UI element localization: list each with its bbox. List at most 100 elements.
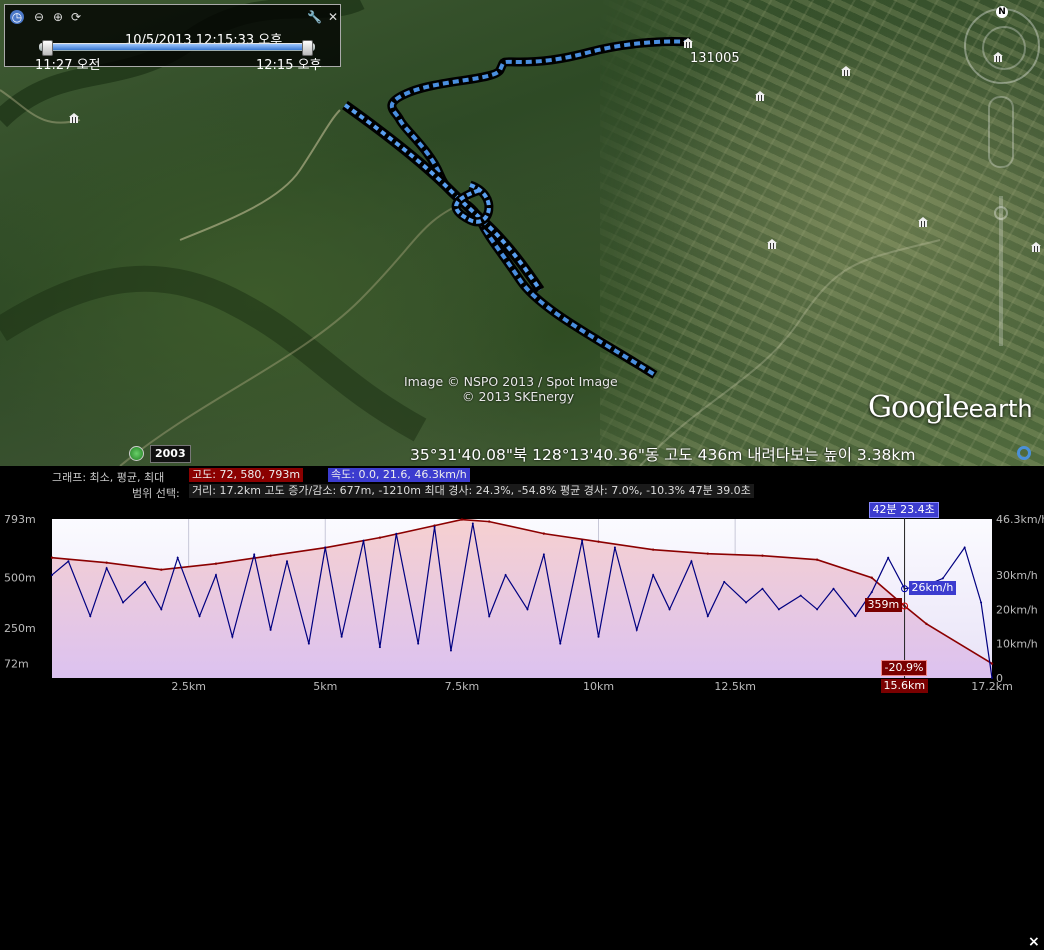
time-marker: 42분 23.4초 <box>868 502 939 518</box>
right-tick-label: 20km/h <box>996 603 1038 616</box>
speed-point <box>581 539 584 542</box>
speed-point <box>980 601 983 604</box>
speed-point <box>526 608 529 611</box>
speed-point <box>745 601 748 604</box>
place-icon[interactable] <box>917 217 929 227</box>
speed-point <box>214 573 217 576</box>
elevation-point <box>488 520 491 523</box>
speed-point <box>559 642 562 645</box>
zoom-slider-knob[interactable] <box>994 206 1008 220</box>
elevation-point <box>597 540 600 543</box>
time-slider-range[interactable] <box>47 44 307 50</box>
left-tick-label: 250m <box>4 622 36 635</box>
google-earth-logo: Googleearth <box>868 390 1033 425</box>
place-icon[interactable] <box>766 239 778 249</box>
north-icon[interactable]: N <box>996 6 1008 18</box>
right-tick-label: 10km/h <box>996 638 1038 651</box>
right-tick-label: 0 <box>996 672 1003 685</box>
elevation-point <box>990 662 994 665</box>
speed-point <box>854 615 857 618</box>
speed-point <box>488 615 491 618</box>
speed-point <box>652 573 655 576</box>
distance-marker: 15.6km <box>880 679 929 693</box>
speed-point <box>340 635 343 638</box>
zoom-out-icon[interactable]: ⊖ <box>32 10 46 24</box>
elevation-point <box>925 622 928 626</box>
speed-point <box>887 556 890 559</box>
earth-map-view[interactable]: 131005 Image © NSPO 2013 / Spot Image © … <box>0 0 1044 466</box>
x-tick-label: 7.5km <box>445 680 480 693</box>
speed-point <box>963 546 966 549</box>
wrench-icon[interactable]: 🔧 <box>307 10 322 24</box>
elevation-point <box>706 552 710 555</box>
slope-marker: -20.9% <box>880 660 928 676</box>
place-icon[interactable] <box>754 91 766 101</box>
close-profile-icon[interactable]: × <box>1028 934 1040 950</box>
speed-point <box>816 608 819 611</box>
elevation-marker: 359m <box>864 598 903 613</box>
speed-point <box>417 642 420 645</box>
speed-point <box>231 635 234 638</box>
speed-point <box>542 553 545 556</box>
speed-point <box>122 601 125 604</box>
clock-settings-icon[interactable]: ◷ <box>10 10 24 24</box>
elevation-point <box>651 548 655 551</box>
elevation-point <box>160 568 163 571</box>
navigation-compass[interactable]: N <box>964 6 1040 84</box>
speed-point <box>635 628 638 631</box>
speed-point <box>176 556 179 559</box>
track-end-icon[interactable] <box>682 38 694 48</box>
speed-point <box>105 567 108 570</box>
x-tick-label: 12.5km <box>714 680 756 693</box>
speed-marker: 26km/h <box>908 580 957 595</box>
left-tick-label: 72m <box>4 658 29 671</box>
speed-point <box>286 560 288 563</box>
speed-point <box>253 553 256 556</box>
speed-point <box>690 560 693 563</box>
elevation-profile-panel[interactable]: 그래프: 최소, 평균, 최대 고도: 72, 580, 793m 속도: 0.… <box>0 466 1044 950</box>
track-label[interactable]: 131005 <box>690 51 740 66</box>
speed-point <box>870 591 873 594</box>
right-tick-label: 46.3km/h <box>996 513 1044 526</box>
historical-imagery-icon[interactable] <box>129 446 144 461</box>
close-icon[interactable]: ✕ <box>326 10 340 24</box>
speed-point <box>160 608 163 611</box>
elevation-point <box>105 561 108 564</box>
place-icon[interactable] <box>840 66 852 76</box>
place-icon[interactable] <box>68 113 80 123</box>
speed-point <box>832 587 835 590</box>
speed-point <box>67 560 70 563</box>
place-icon[interactable] <box>1030 242 1042 252</box>
look-ring[interactable] <box>982 26 1026 70</box>
speed-point <box>777 608 780 611</box>
x-tick-label: 10km <box>583 680 614 693</box>
speed-point <box>613 546 616 549</box>
speed-point <box>433 525 436 528</box>
speed-point <box>395 532 398 535</box>
time-start-label: 11:27 오전 <box>35 58 101 73</box>
speed-point <box>668 608 671 611</box>
speed-point <box>324 546 327 549</box>
left-tick-label: 500m <box>4 572 36 585</box>
zoom-in-icon[interactable]: ⊕ <box>51 10 65 24</box>
elevation-point <box>870 576 873 579</box>
elevation-point <box>542 532 546 535</box>
right-tick-label: 30km/h <box>996 569 1038 582</box>
elevation-point <box>50 556 54 559</box>
zoom-control[interactable] <box>988 96 1014 386</box>
play-icon[interactable]: ⟳ <box>69 10 83 24</box>
speed-point <box>198 615 201 618</box>
elevation-point <box>269 554 272 557</box>
speed-point <box>761 587 764 590</box>
speed-point <box>799 594 802 597</box>
time-slider-panel[interactable]: ◷ ⊖ ⊕ ⟳ 🔧 ✕ 10/5/2013 12:15:33 오후 11:27 … <box>4 4 341 73</box>
speed-point <box>89 615 92 618</box>
time-end-label: 12:15 오후 <box>256 58 322 73</box>
pan-control[interactable] <box>988 96 1014 168</box>
speed-point <box>51 573 53 576</box>
speed-point <box>597 635 600 638</box>
speed-point <box>504 573 507 576</box>
speed-point <box>362 539 365 542</box>
left-tick-label: 793m <box>4 513 36 526</box>
speed-point <box>723 580 726 583</box>
